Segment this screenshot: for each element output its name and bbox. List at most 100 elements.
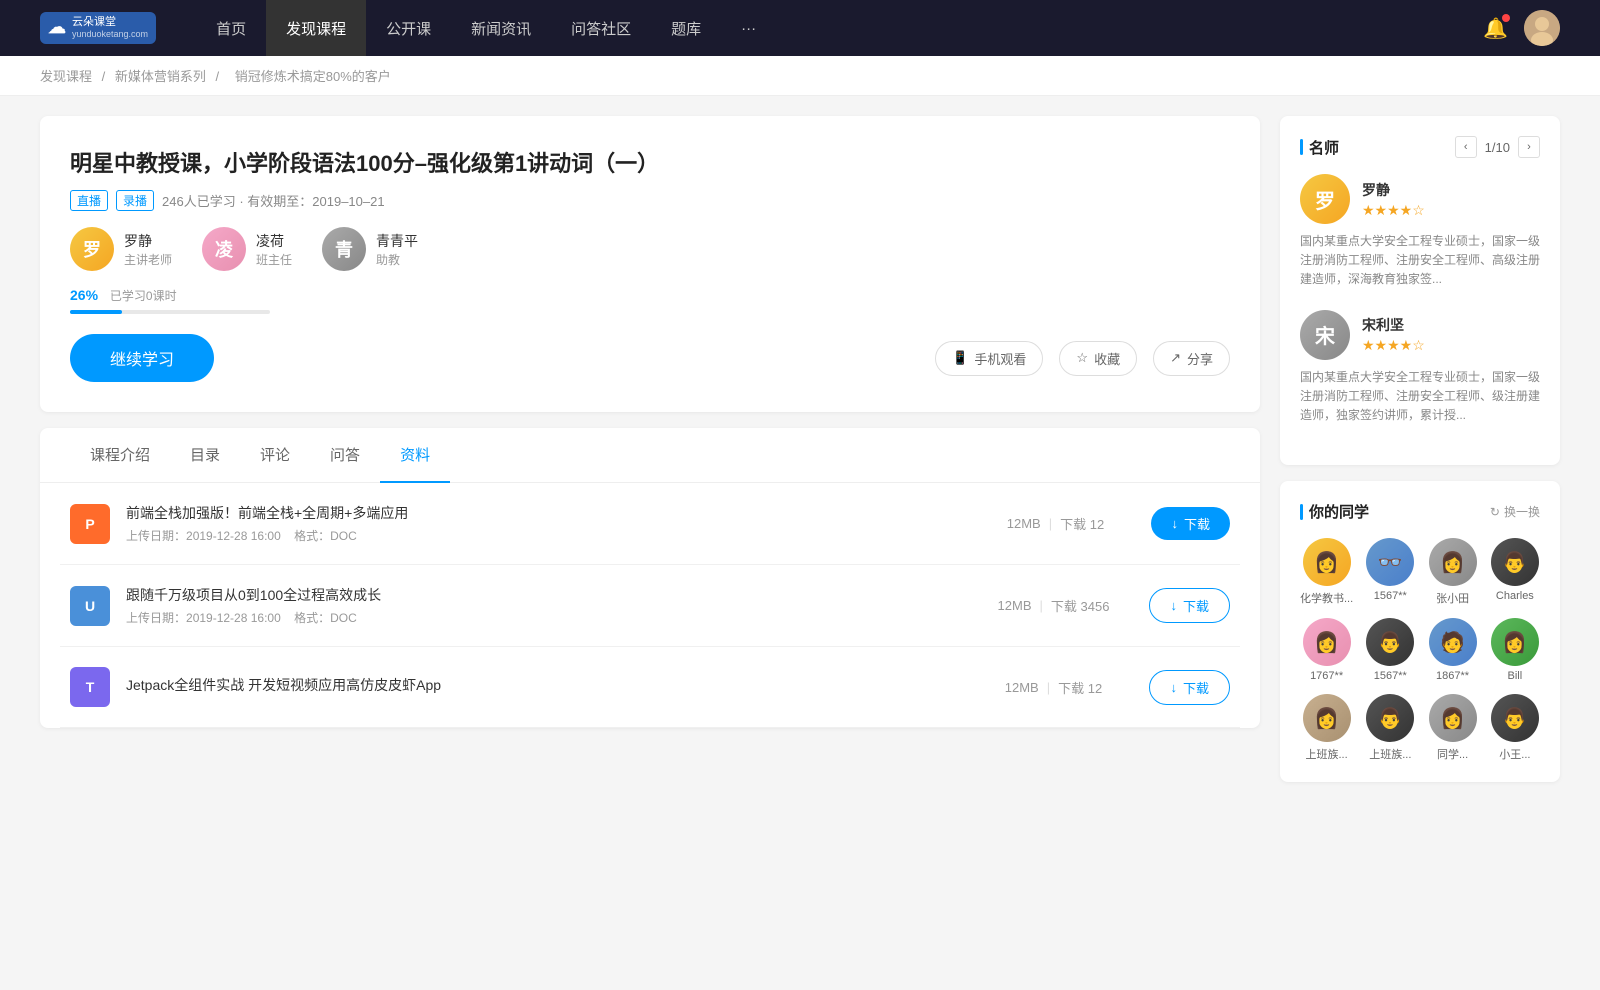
resource-format-1: 格式：DOC (294, 529, 357, 543)
classmate-7: 🧑 1867** (1427, 618, 1477, 682)
teacher-desc-1: 国内某重点大学安全工程专业硕士，国家一级注册消防工程师、注册安全工程师、高级注册… (1300, 232, 1540, 290)
download-button-2[interactable]: ↓ 下载 (1149, 588, 1230, 623)
classmate-avatar-4: 👨 (1491, 538, 1539, 586)
resource-downloads-1: 下载 12 (1060, 514, 1104, 533)
classmate-avatar-9: 👩 (1303, 694, 1351, 742)
breadcrumb-series[interactable]: 新媒体营销系列 (115, 69, 206, 84)
resource-info-3: Jetpack全组件实战 开发短视频应用高仿皮皮虾App (126, 675, 957, 699)
resource-size-1: 12MB (1007, 516, 1041, 531)
instructor-3-name: 青青平 (376, 231, 418, 251)
course-card: 明星中教授课，小学阶段语法100分–强化级第1讲动词（一） 直播 录播 246人… (40, 116, 1260, 412)
teacher-desc-2: 国内某重点大学安全工程专业硕士，国家一级注册消防工程师、注册安全工程师、级注册建… (1300, 368, 1540, 426)
teachers-panel: 名师 ‹ 1/10 › 罗 罗静 ★★★★☆ (1280, 116, 1560, 465)
classmate-name-6: 1567** (1374, 670, 1407, 682)
bell-icon[interactable]: 🔔 (1483, 16, 1508, 41)
download-button-3[interactable]: ↓ 下载 (1149, 670, 1230, 705)
progress-bar-fill (70, 310, 122, 314)
classmate-avatar-7: 🧑 (1429, 618, 1477, 666)
course-tags: 直播 录播 246人已学习 · 有效期至：2019–10–21 (70, 190, 1230, 211)
instructor-2-role: 班主任 (256, 251, 292, 268)
tab-intro[interactable]: 课程介绍 (70, 428, 170, 483)
teacher-header-1: 罗 罗静 ★★★★☆ (1300, 174, 1540, 224)
resource-item-3: T Jetpack全组件实战 开发短视频应用高仿皮皮虾App 12MB | 下载… (60, 647, 1240, 728)
continue-learning-button[interactable]: 继续学习 (70, 334, 214, 382)
breadcrumb: 发现课程 / 新媒体营销系列 / 销冠修炼术搞定80%的客户 (0, 56, 1600, 96)
classmate-name-7: 1867** (1436, 670, 1469, 682)
user-avatar[interactable] (1524, 10, 1560, 46)
breadcrumb-current: 销冠修炼术搞定80%的客户 (235, 69, 391, 84)
tab-toc[interactable]: 目录 (170, 428, 240, 483)
classmates-grid: 👩 化学教书... 👓 1567** 👩 张小田 👨 Charles (1300, 538, 1540, 762)
teacher-item-2: 宋 宋利坚 ★★★★☆ 国内某重点大学安全工程专业硕士，国家一级注册消防工程师、… (1300, 310, 1540, 426)
share-button[interactable]: ↗ 分享 (1153, 341, 1230, 376)
nav-qa[interactable]: 问答社区 (551, 0, 651, 56)
instructor-3: 青 青青平 助教 (322, 227, 418, 271)
classmate-name-11: 同学... (1437, 746, 1468, 762)
resource-stats-2: 12MB | 下载 3456 (973, 596, 1133, 615)
download-icon-2: ↓ (1170, 598, 1177, 613)
tab-qa[interactable]: 问答 (310, 428, 380, 483)
classmate-2: 👓 1567** (1365, 538, 1415, 606)
right-panel: 名师 ‹ 1/10 › 罗 罗静 ★★★★☆ (1280, 116, 1560, 782)
classmates-panel-title: 你的同学 (1300, 501, 1369, 522)
stat-divider-3: | (1047, 680, 1050, 695)
instructor-2-avatar: 凌 (202, 227, 246, 271)
download-button-1[interactable]: ↓ 下载 (1151, 507, 1230, 540)
nav-quiz[interactable]: 题库 (651, 0, 721, 56)
teacher-avatar-1: 罗 (1300, 174, 1350, 224)
resource-date-1: 上传日期：2019-12-28 16:00 (126, 529, 281, 543)
classmate-8: 👩 Bill (1490, 618, 1540, 682)
classmate-11: 👩 同学... (1427, 694, 1477, 762)
progress-pct: 26% (70, 287, 98, 303)
phone-view-button[interactable]: 📱 手机观看 (935, 341, 1043, 376)
classmate-avatar-1: 👩 (1303, 538, 1351, 586)
teacher-next-button[interactable]: › (1518, 136, 1540, 158)
tab-review[interactable]: 评论 (240, 428, 310, 483)
nav-home[interactable]: 首页 (196, 0, 266, 56)
instructor-3-role: 助教 (376, 251, 418, 268)
breadcrumb-sep1: / (102, 69, 109, 84)
refresh-classmates-button[interactable]: ↻ 换一换 (1490, 503, 1540, 520)
teacher-page: 1/10 (1485, 140, 1510, 155)
classmate-avatar-2: 👓 (1366, 538, 1414, 586)
logo-name: 云朵课堂 (72, 16, 148, 29)
teacher-item-1: 罗 罗静 ★★★★☆ 国内某重点大学安全工程专业硕士，国家一级注册消防工程师、注… (1300, 174, 1540, 290)
instructor-3-avatar: 青 (322, 227, 366, 271)
star-icon: ☆ (1076, 350, 1088, 366)
teacher-stars-2: ★★★★☆ (1362, 337, 1425, 354)
classmate-6: 👨 1567** (1365, 618, 1415, 682)
nav-discover[interactable]: 发现课程 (266, 0, 366, 56)
breadcrumb-discover[interactable]: 发现课程 (40, 69, 92, 84)
download-icon-3: ↓ (1170, 680, 1177, 695)
classmate-name-8: Bill (1508, 670, 1523, 682)
left-panel: 明星中教授课，小学阶段语法100分–强化级第1讲动词（一） 直播 录播 246人… (40, 116, 1260, 782)
resource-size-3: 12MB (1005, 680, 1039, 695)
nav-news[interactable]: 新闻资讯 (451, 0, 551, 56)
favorite-button[interactable]: ☆ 收藏 (1059, 341, 1137, 376)
classmates-title-bar-icon (1300, 504, 1303, 520)
tab-resources[interactable]: 资料 (380, 428, 450, 483)
teacher-name-2: 宋利坚 (1362, 315, 1425, 335)
course-actions: 继续学习 📱 手机观看 ☆ 收藏 ↗ 分享 (70, 334, 1230, 382)
logo[interactable]: ☁ 云朵课堂 yunduoketang.com (40, 12, 156, 44)
teacher-prev-button[interactable]: ‹ (1455, 136, 1477, 158)
classmate-5: 👩 1767** (1300, 618, 1353, 682)
teachers-panel-title: 名师 (1300, 137, 1339, 158)
classmate-avatar-6: 👨 (1366, 618, 1414, 666)
stat-divider-2: | (1040, 598, 1043, 613)
tabs-header: 课程介绍 目录 评论 问答 资料 (40, 428, 1260, 483)
share-icon: ↗ (1170, 350, 1181, 366)
classmate-avatar-8: 👩 (1491, 618, 1539, 666)
instructor-1: 罗 罗静 主讲老师 (70, 227, 172, 271)
teacher-stars-1: ★★★★☆ (1362, 202, 1425, 219)
classmate-1: 👩 化学教书... (1300, 538, 1353, 606)
classmates-panel: 你的同学 ↻ 换一换 👩 化学教书... 👓 1567** 👩 (1280, 481, 1560, 782)
classmate-name-10: 上班族... (1369, 746, 1411, 762)
nav-public[interactable]: 公开课 (366, 0, 451, 56)
classmate-name-5: 1767** (1310, 670, 1343, 682)
phone-icon: 📱 (952, 350, 968, 366)
progress-sub: 已学习0课时 (110, 289, 177, 303)
nav-more[interactable]: ··· (721, 0, 776, 56)
classmate-avatar-5: 👩 (1303, 618, 1351, 666)
notification-dot (1502, 14, 1510, 22)
